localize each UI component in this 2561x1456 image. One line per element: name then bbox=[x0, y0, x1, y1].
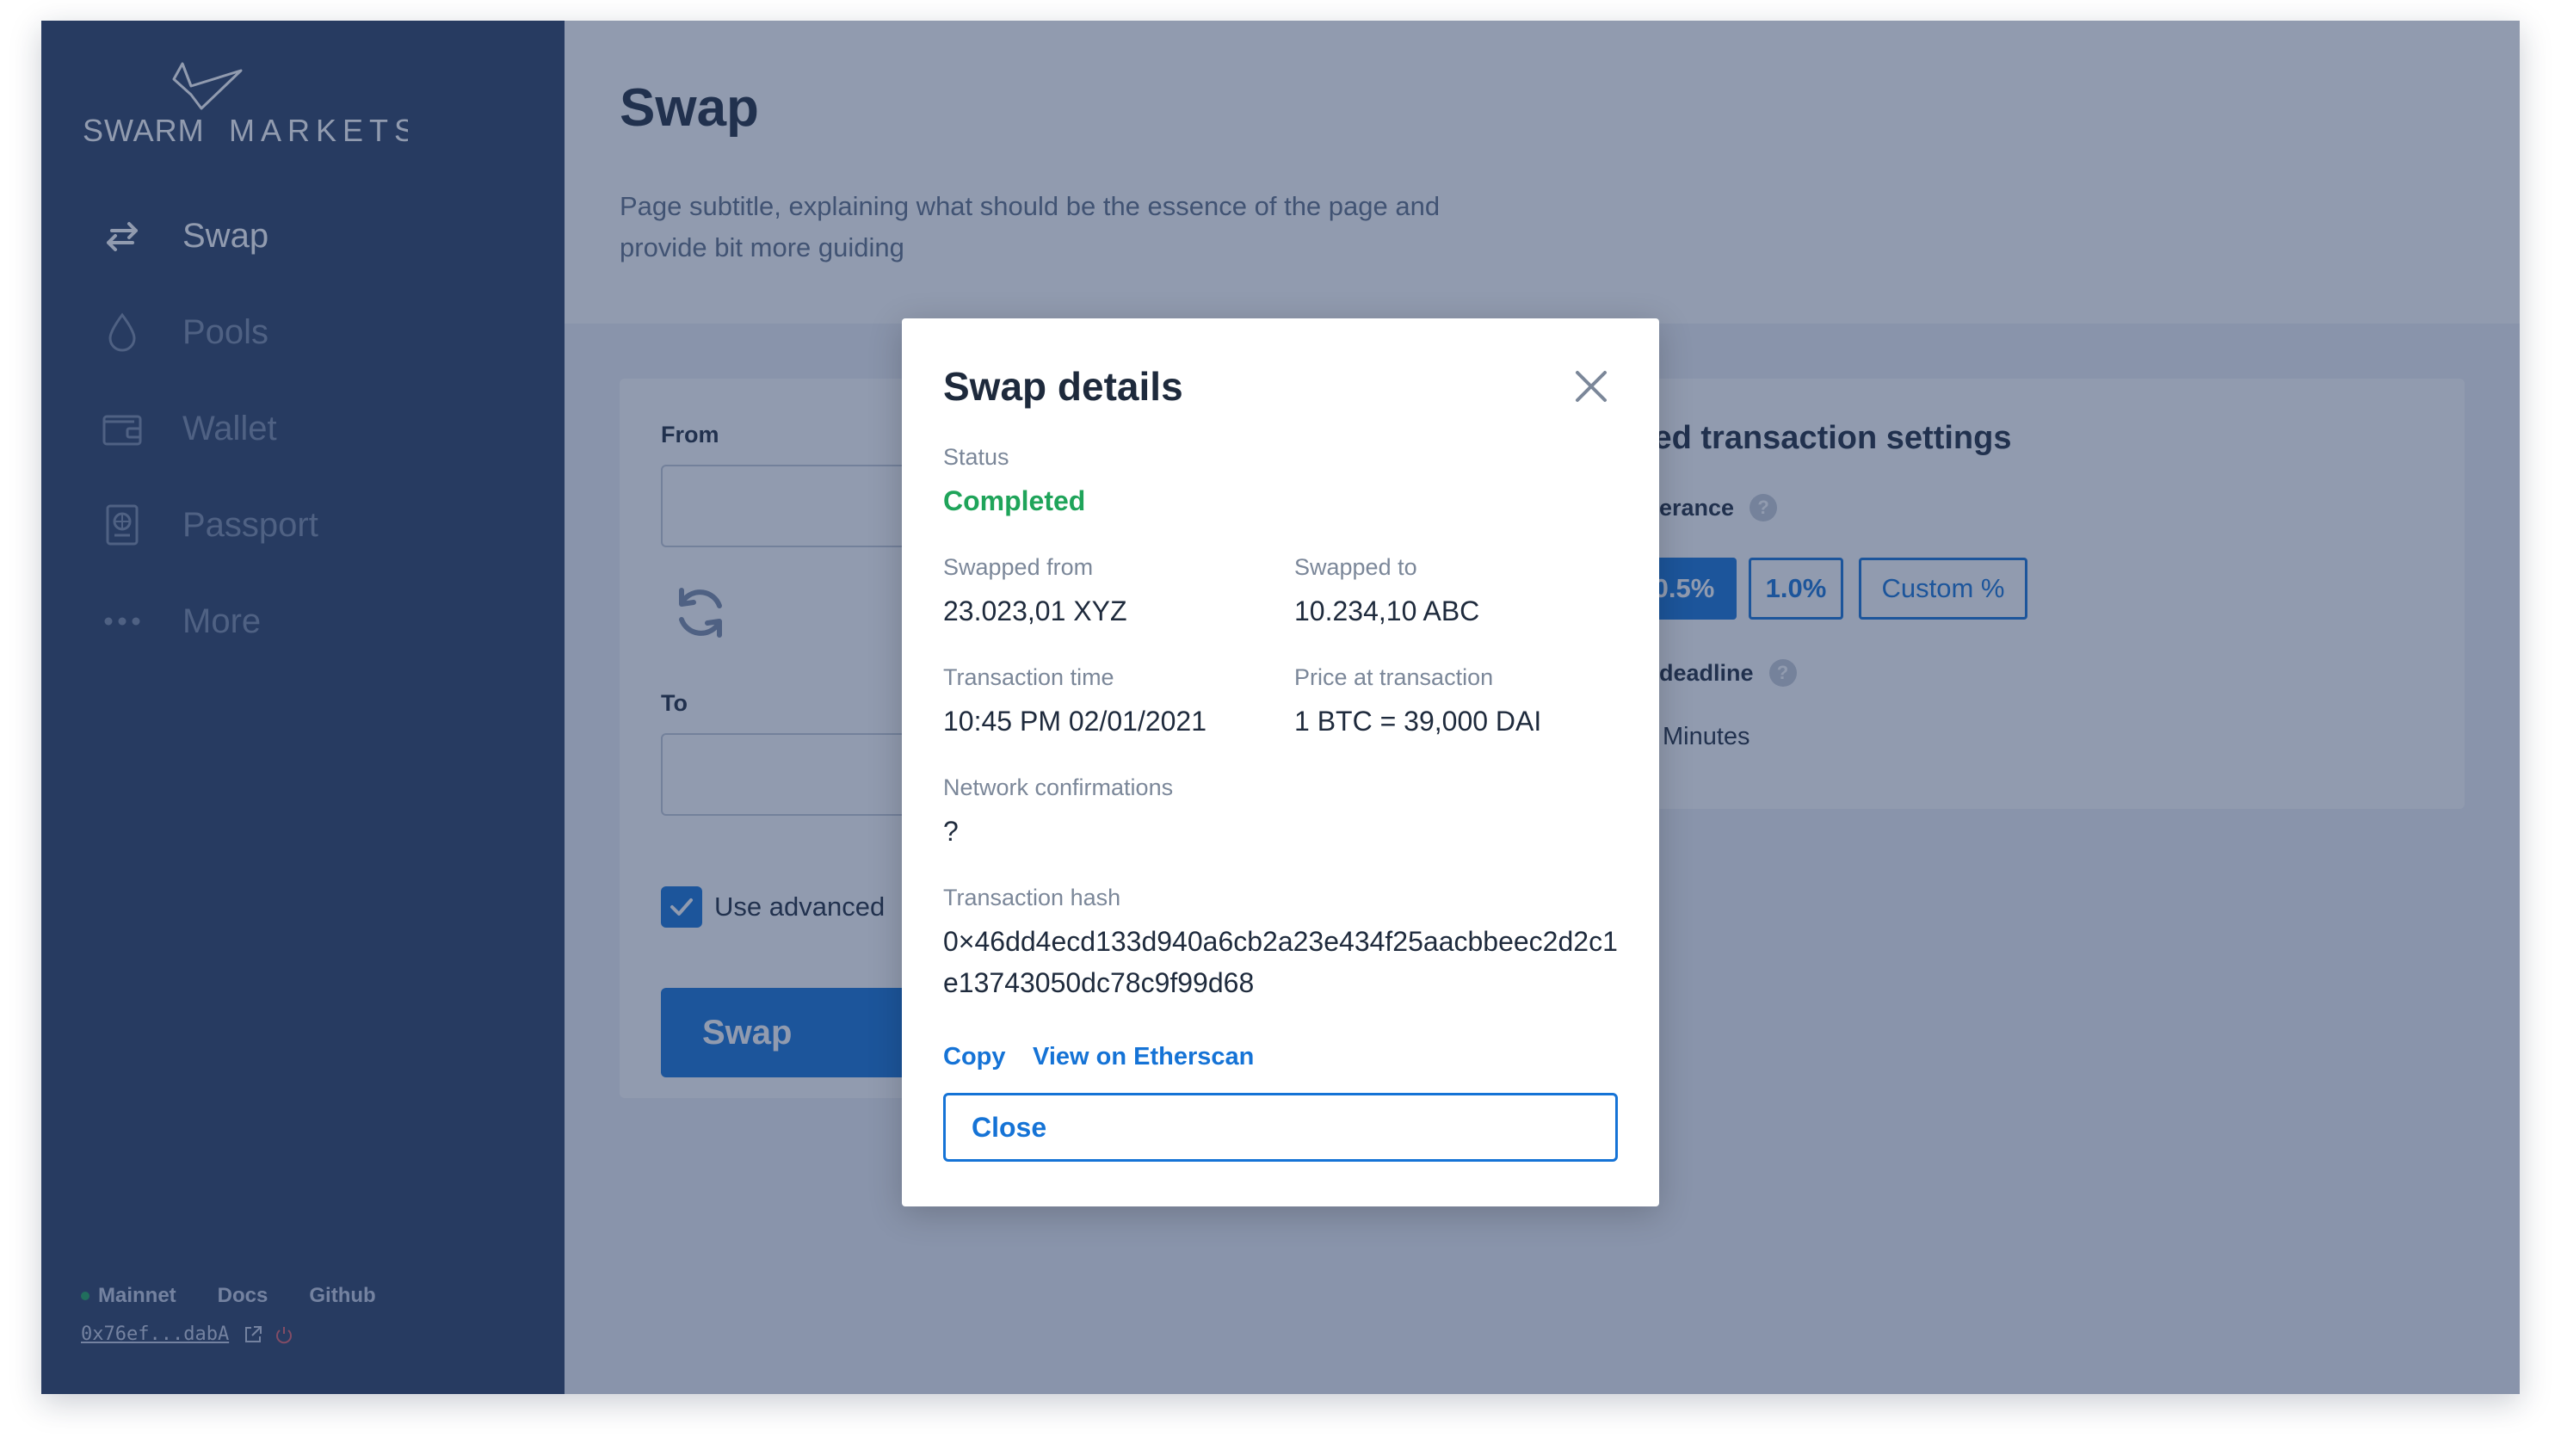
close-icon[interactable] bbox=[1570, 365, 1613, 408]
status-label: Status bbox=[943, 444, 1009, 470]
close-button[interactable]: Close bbox=[943, 1093, 1618, 1162]
app-window: SWARM MARKETS Swap Pools Wallet bbox=[41, 21, 2520, 1394]
price-value: 1 BTC = 39,000 DAI bbox=[1294, 706, 1542, 737]
transaction-time-value: 10:45 PM 02/01/2021 bbox=[943, 706, 1207, 737]
view-on-etherscan-link[interactable]: View on Etherscan bbox=[1033, 1043, 1254, 1071]
price-label: Price at transaction bbox=[1294, 664, 1494, 690]
status-value: Completed bbox=[943, 485, 1086, 516]
transaction-time-label: Transaction time bbox=[943, 664, 1114, 690]
modal-title: Swap details bbox=[943, 364, 1183, 409]
copy-hash-link[interactable]: Copy bbox=[943, 1043, 1006, 1071]
swapped-from-label: Swapped from bbox=[943, 554, 1094, 580]
confirmations-label: Network confirmations bbox=[943, 774, 1174, 800]
swap-details-modal: Swap details Status Completed Swapped fr… bbox=[902, 318, 1659, 1206]
transaction-hash-label: Transaction hash bbox=[943, 885, 1121, 910]
swapped-to-label: Swapped to bbox=[1294, 554, 1417, 580]
swapped-to-value: 10.234,10 ABC bbox=[1294, 595, 1480, 626]
confirmations-value: ? bbox=[943, 816, 959, 847]
transaction-hash-value: 0×46dd4ecd133d940a6cb2a23e434f25aacbbeec… bbox=[943, 926, 1618, 998]
swapped-from-value: 23.023,01 XYZ bbox=[943, 595, 1127, 626]
